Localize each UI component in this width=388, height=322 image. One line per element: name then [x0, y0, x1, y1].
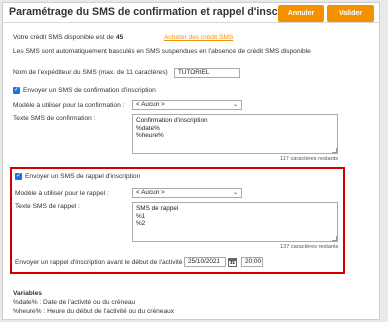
- confirmation-model-label: Modèle à utiliser pour la confirmation :: [13, 102, 125, 109]
- buy-credit-link[interactable]: Acheter des crédit SMS: [164, 34, 233, 41]
- dialog-header: Paramétrage du SMS de confirmation et ra…: [3, 3, 379, 23]
- reminder-textarea[interactable]: SMS de rappel %1 %2: [132, 202, 338, 242]
- reminder-time-input[interactable]: 20:00: [241, 257, 263, 267]
- validate-button[interactable]: Valider: [327, 5, 374, 22]
- calendar-icon[interactable]: 31: [228, 258, 237, 267]
- reminder-checkbox[interactable]: ✓: [15, 173, 22, 180]
- resize-grip-icon[interactable]: [332, 148, 337, 153]
- credit-notice: Les SMS sont automatiquement basculés en…: [13, 48, 311, 55]
- reminder-schedule-label: Envoyer un rappel d'inscription avant le…: [15, 259, 187, 266]
- sender-label: Nom de l'expéditeur du SMS (max. de 11 c…: [13, 69, 168, 76]
- sms-settings-dialog: Paramétrage du SMS de confirmation et ra…: [2, 2, 380, 320]
- reminder-model-value: < Aucun >: [136, 189, 165, 196]
- calendar-day: 31: [229, 260, 235, 265]
- confirmation-textarea[interactable]: Confirmation d'inscription %date% %heure…: [132, 114, 338, 154]
- confirmation-checkbox-label: Envoyer un SMS de confirmation d'inscrip…: [23, 87, 156, 94]
- cancel-button[interactable]: Annuler: [278, 5, 324, 22]
- confirmation-checkbox[interactable]: ✓: [13, 87, 20, 94]
- credit-value: 45: [116, 34, 124, 41]
- chevron-down-icon: ⌄: [232, 190, 238, 196]
- confirmation-counter: 117 caractères restants: [280, 156, 339, 162]
- confirmation-model-value: < Aucun >: [136, 101, 165, 108]
- variable-line: %heure% : Heure du début de l'activité o…: [13, 308, 175, 315]
- reminder-counter: 137 caractères restants: [280, 244, 339, 250]
- chevron-down-icon: ⌄: [232, 102, 238, 108]
- confirmation-text-label: Texte SMS de confirmation :: [13, 115, 96, 122]
- reminder-model-select[interactable]: < Aucun > ⌄: [132, 188, 242, 198]
- reminder-date-input[interactable]: 25/10/2021: [184, 257, 226, 267]
- reminder-text-label: Texte SMS de rappel :: [15, 203, 80, 210]
- resize-grip-icon[interactable]: [332, 236, 337, 241]
- reminder-checkbox-label: Envoyer un SMS de rappel d'inscription: [25, 173, 141, 180]
- variable-line: %date% : Date de l'activité ou du crénea…: [13, 299, 136, 306]
- credit-label: Votre crédit SMS disponible est de: [13, 34, 114, 41]
- sender-input[interactable]: TUTORIEL: [174, 68, 240, 78]
- variables-title: Variables: [13, 290, 42, 297]
- dialog-title: Paramétrage du SMS de confirmation et ra…: [9, 6, 311, 18]
- reminder-model-label: Modèle à utiliser pour le rappel :: [15, 190, 109, 197]
- confirmation-model-select[interactable]: < Aucun > ⌄: [132, 100, 242, 110]
